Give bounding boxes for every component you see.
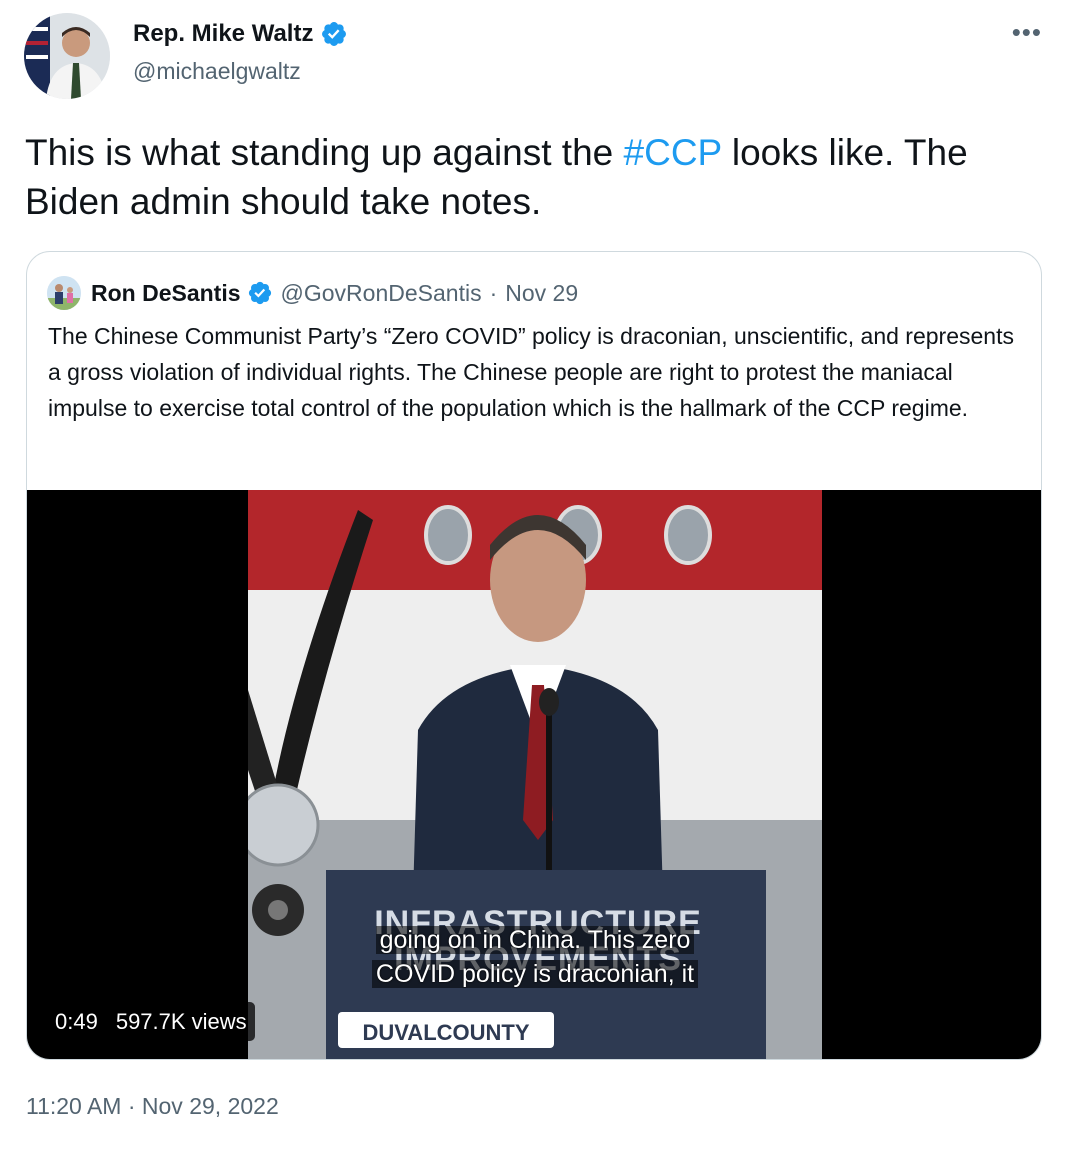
quoted-tweet-text: The Chinese Communist Party’s “Zero COVI… <box>48 323 1014 421</box>
author-photo <box>24 13 110 99</box>
more-horizontal-icon[interactable]: ••• <box>1012 19 1042 45</box>
quoted-tweet-card[interactable]: Ron DeSantis @GovRonDeSantis · Nov 29 Th… <box>26 251 1042 1060</box>
podium-logo: DUVALCOUNTY <box>362 1020 530 1045</box>
author-name-row[interactable]: Rep. Mike Waltz <box>133 20 348 48</box>
video-duration: 0:49 <box>55 1008 98 1034</box>
caption-line-1: going on in China. This zero <box>375 926 695 954</box>
author-avatar[interactable] <box>24 13 110 99</box>
quoted-author-avatar[interactable] <box>47 276 81 310</box>
quoted-tweet-date[interactable]: Nov 29 <box>505 280 578 307</box>
video-views: 597.7K views <box>115 1008 247 1034</box>
video-player[interactable]: INFRASTRUCTURE IMPROVEMENTS DUVALCOUNTY … <box>27 490 1041 1059</box>
tweet-timestamp[interactable]: 11:20 AM · Nov 29, 2022 <box>26 1093 279 1120</box>
tweet-text: This is what standing up against the #CC… <box>25 128 1035 226</box>
verified-badge-icon <box>322 22 347 46</box>
author-name[interactable]: Rep. Mike Waltz <box>133 20 313 48</box>
hashtag-link[interactable]: #CCP <box>624 132 722 173</box>
quoted-author-photo <box>47 276 81 310</box>
quoted-author-handle[interactable]: @GovRonDeSantis <box>281 280 482 307</box>
quoted-author-name[interactable]: Ron DeSantis <box>91 280 241 307</box>
quoted-tweet-header: Ron DeSantis @GovRonDeSantis · Nov 29 <box>47 276 578 310</box>
separator-dot: · <box>489 279 498 306</box>
video-caption: going on in China. This zero COVID polic… <box>333 923 737 991</box>
verified-badge-icon <box>248 281 271 305</box>
tweet-text-before: This is what standing up against the <box>25 132 624 173</box>
video-info-badge: 0:49 597.7K views <box>47 1002 255 1041</box>
author-handle[interactable]: @michaelgwaltz <box>133 58 301 85</box>
caption-line-2: COVID policy is draconian, it <box>371 960 699 988</box>
